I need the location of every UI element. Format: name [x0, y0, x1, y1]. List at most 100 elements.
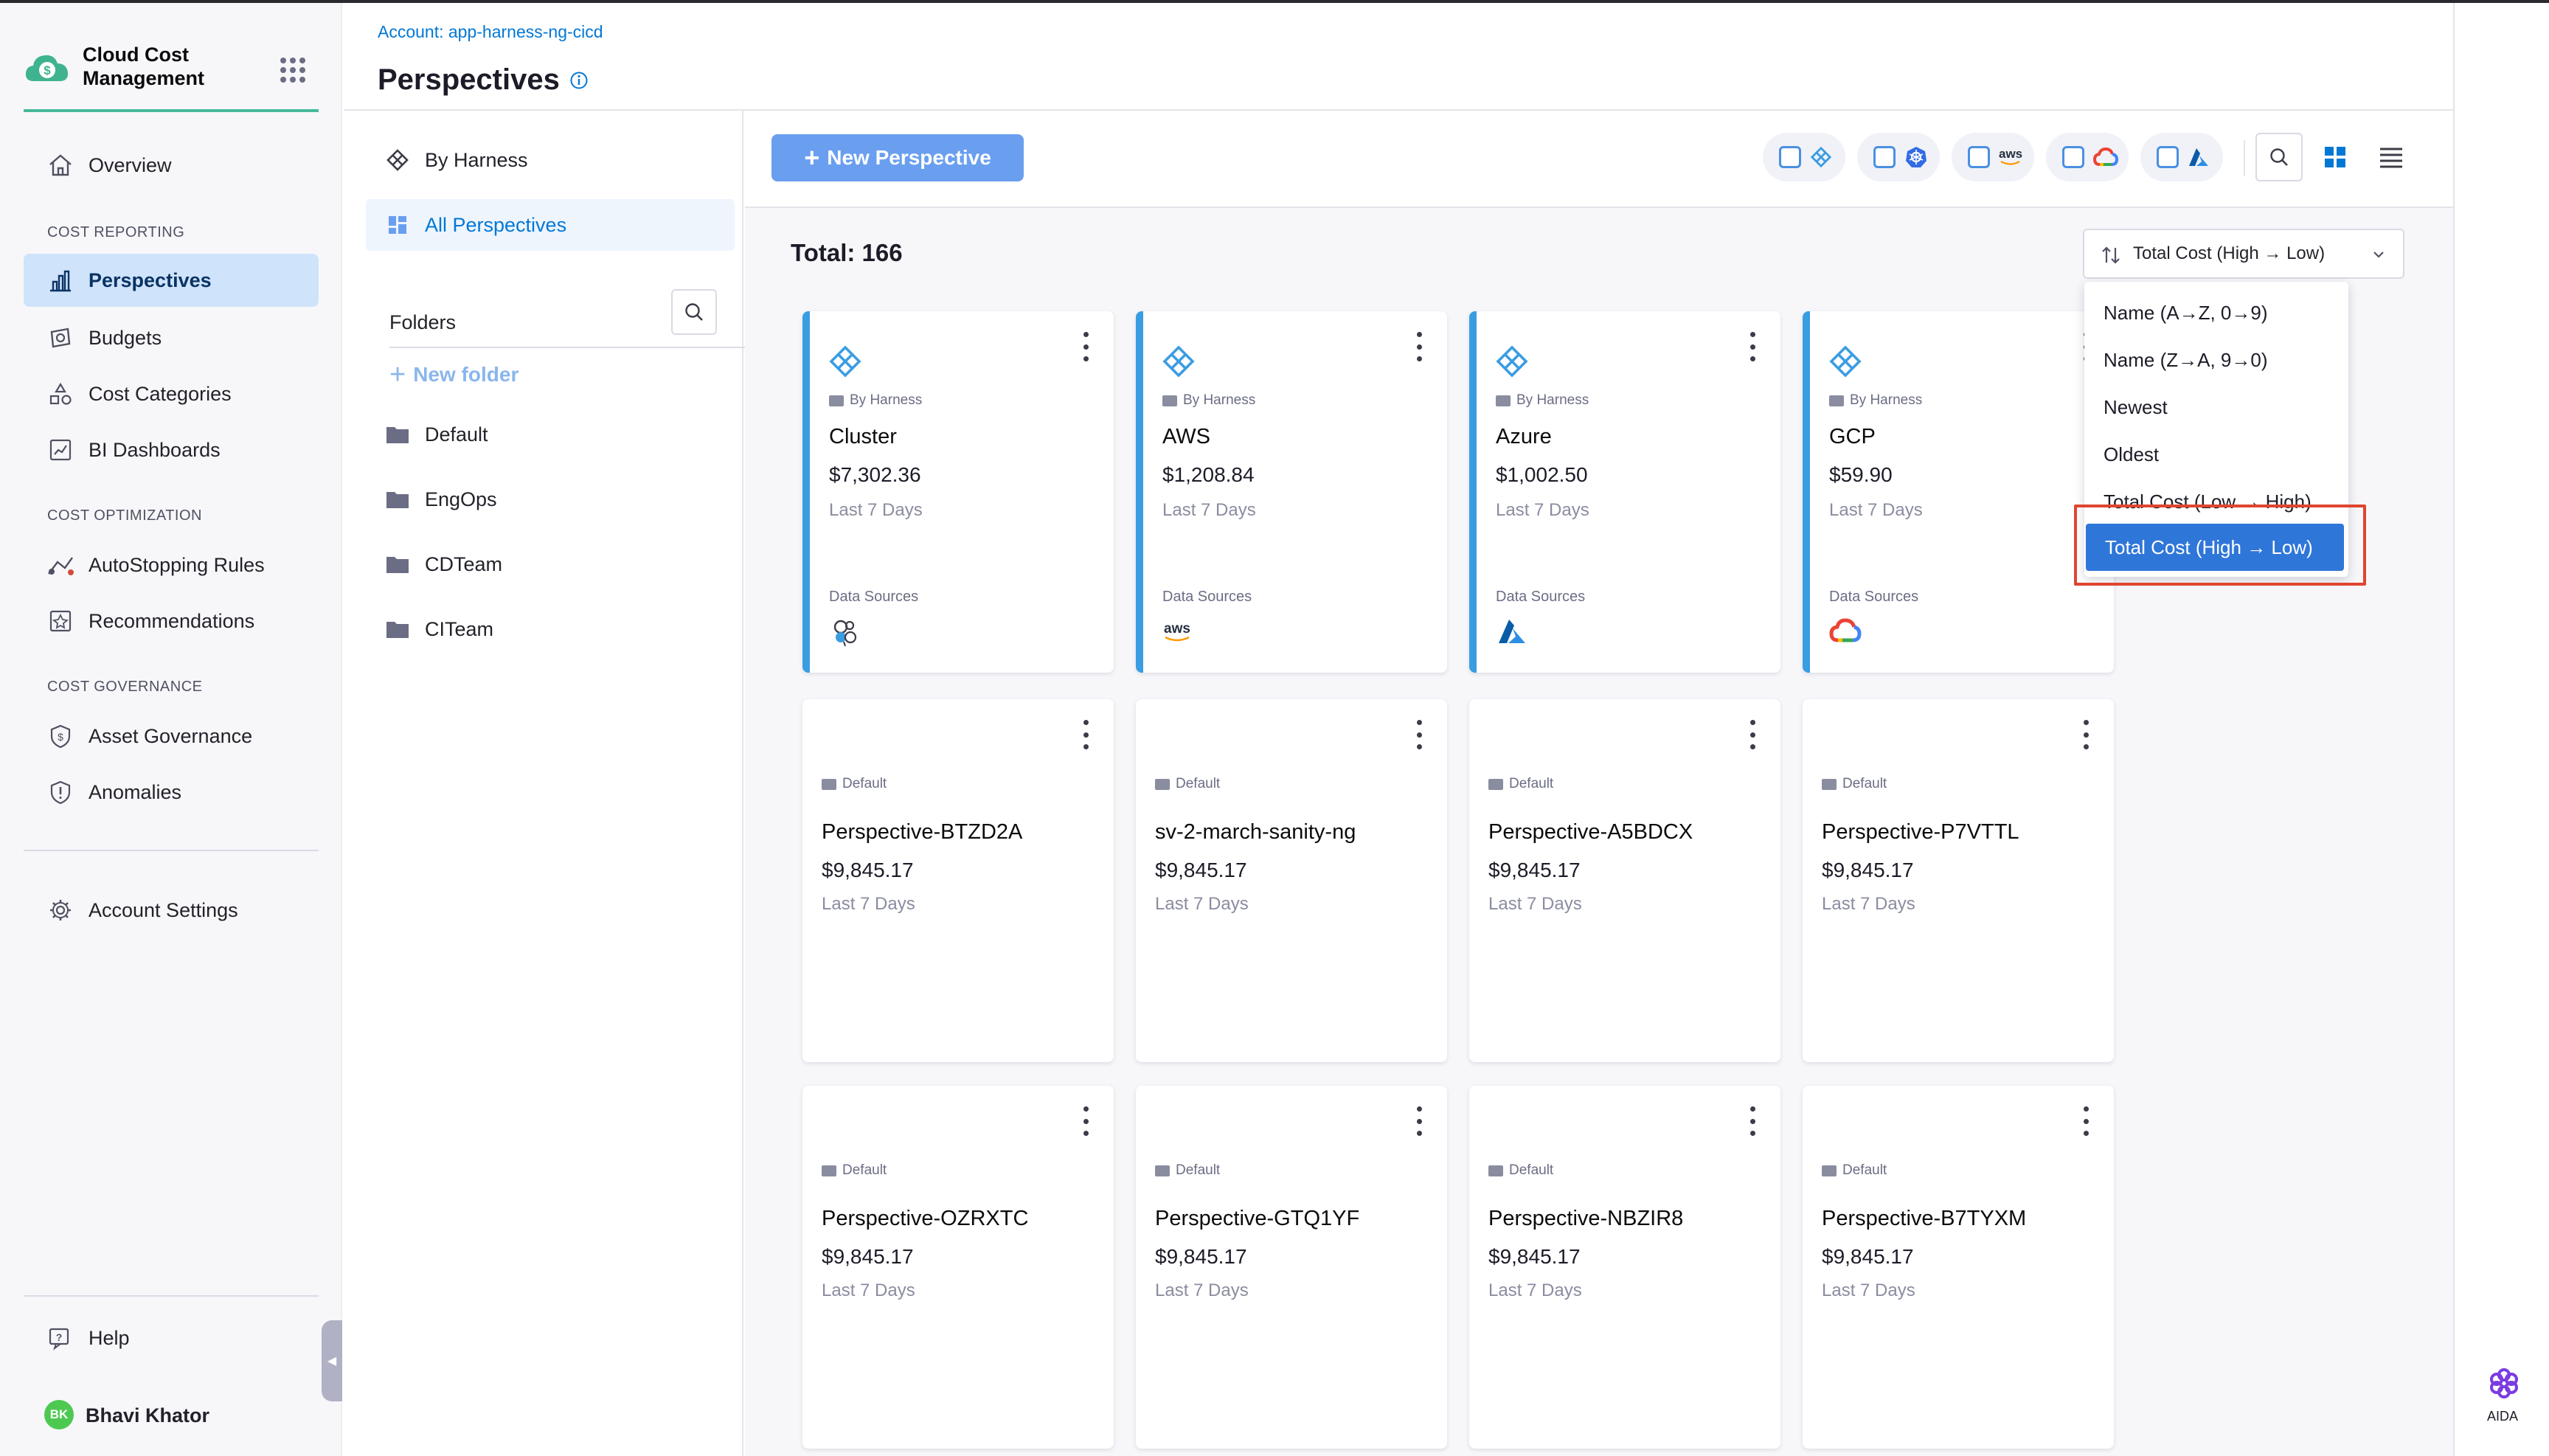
card-folder: By Harness [829, 392, 922, 409]
filter-checkbox[interactable] [1968, 146, 1990, 168]
nav-bi-dashboards[interactable]: BI Dashboards [24, 423, 319, 476]
module-header[interactable]: $ Cloud Cost Management [24, 43, 319, 112]
perspective-card[interactable]: Default sv-2-march-sanity-ng $9,845.17 Last… [1136, 699, 1447, 1062]
new-perspective-button[interactable]: + New Perspective [771, 134, 1024, 181]
nav-overview[interactable]: Overview [24, 139, 319, 192]
app-root: $ Cloud Cost Management Overview COST RE… [0, 0, 2549, 1456]
perspective-card[interactable]: By Harness AWS $1,208.84 Last 7 Days Data So… [1136, 311, 1447, 673]
aida-icon[interactable] [2486, 1365, 2522, 1401]
card-cost: $9,845.17 [1488, 1245, 1581, 1268]
nav-budgets[interactable]: Budgets [24, 311, 319, 364]
sort-option-name-desc[interactable]: Name (Z→A, 9→0) [2084, 336, 2348, 384]
nav-recommendations[interactable]: Recommendations [24, 594, 319, 648]
card-more-menu-icon[interactable] [1747, 1106, 1758, 1136]
card-more-menu-icon[interactable] [1747, 332, 1758, 361]
filter-azure[interactable] [2140, 133, 2223, 181]
folder-all-perspectives[interactable]: All Perspectives [366, 199, 735, 251]
filter-gcp[interactable] [2046, 133, 2129, 181]
card-more-menu-icon[interactable] [1080, 720, 1092, 749]
filter-kubernetes[interactable] [1857, 133, 1940, 181]
info-icon[interactable] [569, 71, 589, 90]
app-launcher-icon[interactable] [280, 58, 305, 83]
perspective-card[interactable]: Default Perspective-NBZIR8 $9,845.17 Last 7… [1469, 1086, 1780, 1449]
nav-help[interactable]: ? Help [24, 1311, 319, 1365]
section-cost-optimization: COST OPTIMIZATION [47, 507, 202, 524]
perspective-card[interactable]: Default Perspective-OZRXTC $9,845.17 Last 7… [802, 1086, 1114, 1449]
card-folder: By Harness [1496, 392, 1589, 409]
card-cost: $9,845.17 [1822, 859, 1914, 881]
grid-view-button[interactable] [2312, 133, 2359, 181]
card-folder-label: Default [1176, 776, 1221, 791]
folder-by-harness[interactable]: By Harness [366, 134, 735, 186]
sort-option-cost-desc[interactable]: Total Cost (High → Low) [2086, 524, 2344, 571]
nav-cost-categories[interactable]: Cost Categories [24, 367, 319, 420]
card-more-menu-icon[interactable] [1413, 1106, 1425, 1136]
kubernetes-icon [1906, 147, 1927, 167]
card-more-menu-icon[interactable] [1747, 720, 1758, 749]
card-data-sources-label: Data Sources [1496, 589, 1586, 605]
filter-checkbox[interactable] [2062, 146, 2084, 168]
filter-checkbox[interactable] [2157, 146, 2179, 168]
perspective-card[interactable]: Default Perspective-A5BDCX $9,845.17 Last 7… [1469, 699, 1780, 1062]
nav-help-label: Help [89, 1326, 130, 1349]
card-folder-label: By Harness [1516, 392, 1589, 408]
card-more-menu-icon[interactable] [1413, 720, 1425, 749]
folder-search-button[interactable] [671, 289, 717, 335]
card-more-menu-icon[interactable] [2080, 1106, 2092, 1136]
sort-option-cost-asc[interactable]: Total Cost (Low → High) [2084, 478, 2348, 525]
page-title: Perspectives [378, 63, 560, 96]
folder-icon [1488, 778, 1503, 790]
card-name: Perspective-OZRXTC [822, 1207, 1029, 1230]
user-name[interactable]: Bhavi Khator [86, 1404, 209, 1427]
new-folder-label: New folder [413, 363, 519, 386]
help-icon: ? [46, 1323, 75, 1353]
home-icon [46, 150, 75, 180]
sort-dropdown[interactable]: Total Cost (High → Low) [2083, 229, 2404, 279]
perspective-card[interactable]: By Harness Cluster $7,302.36 Last 7 Days Dat… [802, 311, 1114, 673]
nav-anomalies[interactable]: Anomalies [24, 766, 319, 819]
folder-item[interactable]: EngOps [366, 474, 735, 525]
perspective-card[interactable]: Default Perspective-B7TYXM $9,845.17 Last 7… [1803, 1086, 2114, 1449]
folder-item[interactable]: Default [366, 409, 735, 460]
card-more-menu-icon[interactable] [1080, 332, 1092, 361]
card-folder: Default [822, 776, 887, 792]
folder-item[interactable]: CITeam [366, 603, 735, 655]
folder-icon [822, 778, 836, 790]
folder-item[interactable]: CDTeam [366, 538, 735, 590]
aws-icon: aws [1999, 148, 2022, 166]
sort-option-newest[interactable]: Newest [2084, 384, 2348, 431]
filter-harness[interactable] [1763, 133, 1845, 181]
right-rail: AIDA [2453, 3, 2549, 1456]
card-cost: $7,302.36 [829, 463, 921, 486]
nav-asset-governance[interactable]: $ Asset Governance [24, 710, 319, 763]
folders-heading: Folders [389, 311, 457, 333]
card-folder: Default [1155, 776, 1220, 792]
filter-checkbox[interactable] [1779, 146, 1801, 168]
list-view-button[interactable] [2368, 133, 2415, 181]
sidebar-collapse-toggle[interactable]: ◀ [322, 1320, 342, 1401]
perspective-card[interactable]: By Harness Azure $1,002.50 Last 7 Days Data … [1469, 311, 1780, 673]
folder-icon [829, 395, 844, 406]
sort-option-name-asc[interactable]: Name (A→Z, 0→9) [2084, 289, 2348, 336]
perspective-card[interactable]: By Harness GCP $59.90 Last 7 Days Data Sourc… [1803, 311, 2114, 673]
search-perspectives-button[interactable] [2255, 133, 2303, 181]
perspective-card[interactable]: Default Perspective-BTZD2A $9,845.17 Last 7… [802, 699, 1114, 1062]
breadcrumb[interactable]: Account: app-harness-ng-cicd [378, 22, 603, 42]
card-more-menu-icon[interactable] [1080, 1106, 1092, 1136]
perspective-card[interactable]: Default Perspective-P7VTTL $9,845.17 Last 7… [1803, 699, 2114, 1062]
card-period: Last 7 Days [1488, 894, 1582, 914]
new-folder-button[interactable]: + New folder [389, 361, 519, 389]
card-more-menu-icon[interactable] [2080, 720, 2092, 749]
card-more-menu-icon[interactable] [1413, 332, 1425, 361]
user-avatar[interactable]: BK [44, 1400, 74, 1429]
sort-option-oldest[interactable]: Oldest [2084, 431, 2348, 478]
alert-shield-icon [46, 777, 75, 807]
filter-aws[interactable]: aws [1952, 133, 2034, 181]
nav-perspectives[interactable]: Perspectives [24, 254, 319, 307]
card-folder-label: Default [1509, 776, 1554, 791]
nav-account-settings[interactable]: Account Settings [24, 884, 319, 937]
nav-autostopping-rules[interactable]: AutoStopping Rules [24, 538, 319, 592]
card-period: Last 7 Days [1155, 1280, 1249, 1300]
filter-checkbox[interactable] [1873, 146, 1896, 168]
perspective-card[interactable]: Default Perspective-GTQ1YF $9,845.17 Last 7… [1136, 1086, 1447, 1449]
